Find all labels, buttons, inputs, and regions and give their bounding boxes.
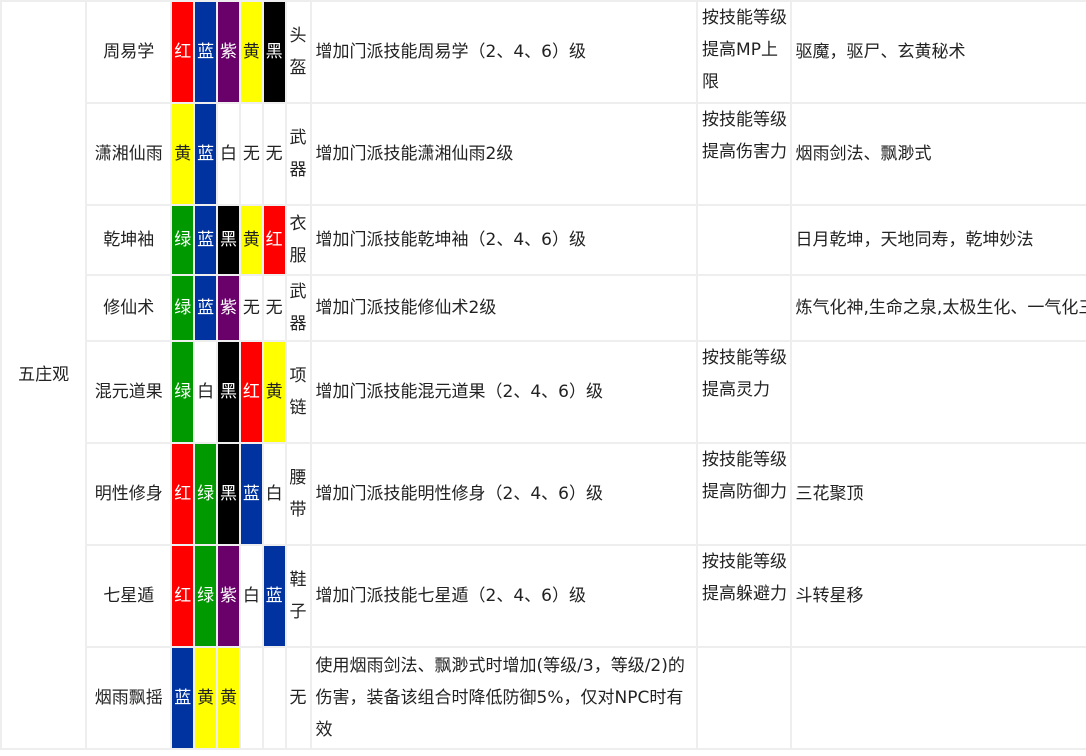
color-cell: 黄 [238, 0, 264, 104]
bonus-text: 按技能等级提高灵力 [696, 340, 792, 444]
skills-text [789, 340, 1086, 444]
combo-name: 明性修身 [85, 442, 173, 546]
color-cell: 蓝 [193, 102, 219, 206]
color-cell: 蓝 [193, 204, 219, 276]
equipment-slot: 衣服 [284, 204, 312, 276]
combo-name: 混元道果 [85, 340, 173, 444]
combo-name: 潇湘仙雨 [85, 102, 173, 206]
combo-name: 修仙术 [85, 274, 173, 342]
color-cell: 白 [238, 544, 264, 648]
color-cell [238, 646, 264, 750]
table-row: 七星遁红绿紫白蓝鞋子 增加门派技能七星遁（2、4、6）级 按技能等级提高躲避力 斗转星… [1, 544, 1086, 648]
color-cell: 黄 [193, 646, 219, 750]
effect-text: 增加门派技能修仙术2级 [309, 274, 699, 342]
skills-text: 驱魔，驱尸、玄黄秘术 [789, 0, 1086, 104]
color-cell: 红 [170, 0, 196, 104]
color-cell: 黄 [261, 340, 287, 444]
color-cell: 紫 [216, 0, 241, 104]
equipment-slot: 武器 [284, 274, 312, 342]
skills-text: 三花聚顶 [789, 442, 1086, 546]
bonus-text [696, 646, 792, 750]
effect-text: 增加门派技能明性修身（2、4、6）级 [309, 442, 699, 546]
bonus-text: 按技能等级提高MP上限 [696, 0, 792, 104]
skills-text: 日月乾坤，天地同寿，乾坤妙法 [789, 204, 1086, 276]
color-cell: 白 [193, 340, 219, 444]
color-cell: 绿 [170, 340, 196, 444]
combo-table: 五庄观 周易学红蓝紫黄黑头盔 增加门派技能周易学（2、4、6）级 按技能等级提高MP上… [0, 0, 1086, 750]
skills-text: 炼气化神,生命之泉,太极生化、一气化三清 [789, 274, 1086, 342]
table-row: 烟雨飘摇蓝黄黄无使用烟雨剑法、飘渺式时增加(等级/3，等级/2)的伤害，装备该组… [1, 646, 1086, 750]
combo-name: 周易学 [85, 0, 173, 104]
color-cell: 绿 [193, 442, 219, 546]
color-cell: 红 [170, 544, 196, 648]
table-row: 明性修身红绿黑蓝白腰带 增加门派技能明性修身（2、4、6）级 按技能等级提高防御力三… [1, 442, 1086, 546]
combo-name: 七星遁 [85, 544, 173, 648]
equipment-slot: 项链 [284, 340, 312, 444]
color-cell: 绿 [193, 544, 219, 648]
effect-text: 增加门派技能七星遁（2、4、6）级 [309, 544, 699, 648]
table-row: 乾坤袖绿蓝黑黄红衣服 增加门派技能乾坤袖（2、4、6）级 日月乾坤，天地同寿，乾坤妙… [1, 204, 1086, 276]
table-row: 混元道果绿白黑红黄项链 增加门派技能混元道果（2、4、6）级 按技能等级提高灵力 [1, 340, 1086, 444]
color-cell: 红 [261, 204, 287, 276]
table-row: 潇湘仙雨黄蓝白无无武器 增加门派技能潇湘仙雨2级 按技能等级提高伤害力 烟雨剑法、飘渺… [1, 102, 1086, 206]
skills-text [789, 646, 1086, 750]
color-cell: 黑 [261, 0, 287, 104]
color-cell: 蓝 [170, 646, 196, 750]
color-cell: 红 [238, 340, 264, 444]
color-cell: 蓝 [261, 544, 287, 648]
effect-text: 增加门派技能潇湘仙雨2级 [309, 102, 699, 206]
color-cell: 紫 [216, 274, 241, 342]
color-cell: 白 [216, 102, 241, 206]
effect-text: 增加门派技能乾坤袖（2、4、6）级 [309, 204, 699, 276]
combo-name: 乾坤袖 [85, 204, 173, 276]
color-cell: 蓝 [238, 442, 264, 546]
table-row: 五庄观 周易学红蓝紫黄黑头盔 增加门派技能周易学（2、4、6）级 按技能等级提高MP上… [0, 0, 1086, 750]
skills-text: 烟雨剑法、飘渺式 [789, 102, 1086, 206]
bonus-text [696, 204, 792, 276]
color-cell: 无 [238, 102, 264, 206]
color-cell: 黑 [216, 442, 241, 546]
color-cell: 无 [261, 274, 287, 342]
color-cell: 蓝 [193, 0, 219, 104]
color-cell: 蓝 [193, 274, 219, 342]
color-cell: 黑 [216, 340, 241, 444]
equipment-slot: 头盔 [284, 0, 312, 104]
equipment-slot: 武器 [284, 102, 312, 206]
effect-text: 增加门派技能混元道果（2、4、6）级 [309, 340, 699, 444]
color-cell: 绿 [170, 274, 196, 342]
skills-text: 斗转星移 [789, 544, 1086, 648]
color-cell: 白 [261, 442, 287, 546]
color-cell: 无 [238, 274, 264, 342]
color-cell: 紫 [216, 544, 241, 648]
bonus-text: 按技能等级提高伤害力 [696, 102, 792, 206]
section-name: 五庄观 [0, 0, 88, 750]
color-cell [261, 646, 287, 750]
bonus-text: 按技能等级提高躲避力 [696, 544, 792, 648]
table-row: 修仙术绿蓝紫无无武器 增加门派技能修仙术2级 炼气化神,生命之泉,太极生化、一气化三… [1, 274, 1086, 342]
effect-text: 使用烟雨剑法、飘渺式时增加(等级/3，等级/2)的伤害，装备该组合时降低防御5%… [309, 646, 699, 750]
combo-name: 烟雨飘摇 [85, 646, 173, 750]
color-cell: 黑 [216, 204, 241, 276]
color-cell: 黄 [216, 646, 241, 750]
color-cell: 无 [261, 102, 287, 206]
bonus-text [696, 274, 792, 342]
effect-text: 增加门派技能周易学（2、4、6）级 [309, 0, 699, 104]
color-cell: 黄 [238, 204, 264, 276]
color-cell: 红 [170, 442, 196, 546]
color-cell: 绿 [170, 204, 196, 276]
color-cell: 黄 [170, 102, 196, 206]
equipment-slot: 鞋子 [284, 544, 312, 648]
bonus-text: 按技能等级提高防御力 [696, 442, 792, 546]
equipment-slot: 无 [284, 646, 312, 750]
equipment-slot: 腰带 [284, 442, 312, 546]
